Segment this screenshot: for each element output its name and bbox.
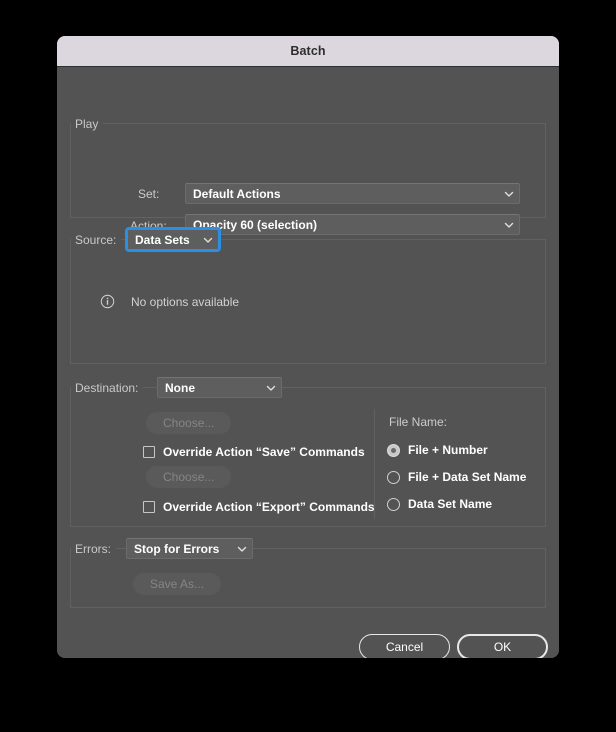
source-select[interactable]: Data Sets (125, 227, 221, 252)
play-group-label: Play (71, 116, 104, 132)
info-circle-icon (100, 294, 115, 309)
file-name-option-1[interactable]: File + Data Set Name (387, 470, 526, 484)
source-group: Source: Data Sets No options available (70, 227, 546, 364)
ok-button-label: OK (493, 640, 512, 654)
save-as-button[interactable]: Save As... (133, 573, 222, 595)
file-name-option-0[interactable]: File + Number (387, 443, 488, 457)
chevron-down-icon (504, 220, 514, 228)
save-as-button-label: Save As... (150, 577, 205, 591)
source-info-row: No options available (100, 294, 239, 309)
override-export-checkbox[interactable] (143, 501, 155, 513)
override-export-checkbox-row[interactable]: Override Action “Export” Commands (143, 500, 375, 514)
choose-export-button-label: Choose... (163, 470, 215, 484)
dialog-title-bar: Batch (57, 36, 559, 67)
file-name-option-2-label: Data Set Name (408, 497, 493, 511)
file-name-option-2[interactable]: Data Set Name (387, 497, 492, 511)
file-name-label: File Name: (389, 415, 448, 429)
cancel-button-label: Cancel (385, 640, 424, 654)
choose-save-button-label: Choose... (163, 416, 215, 430)
ok-button[interactable]: OK (457, 634, 548, 658)
set-label: Set: (138, 187, 160, 201)
batch-dialog-window: Batch Play Set: Default Actions Action: … (57, 36, 559, 658)
chevron-down-icon (237, 544, 247, 552)
cancel-button[interactable]: Cancel (359, 634, 450, 658)
file-name-option-0-label: File + Number (408, 443, 488, 457)
override-save-label: Override Action “Save” Commands (163, 445, 365, 459)
errors-group: Errors: Stop for Errors Save As... (70, 538, 546, 608)
override-save-checkbox-row[interactable]: Override Action “Save” Commands (143, 445, 365, 459)
file-name-option-1-label: File + Data Set Name (408, 470, 527, 484)
source-group-label: Source: (71, 232, 122, 248)
radio-file-plus-data-set-name[interactable] (387, 470, 400, 484)
choose-save-button[interactable]: Choose... (146, 412, 232, 434)
source-info-text: No options available (131, 294, 240, 309)
set-select-value: Default Actions (193, 186, 281, 201)
chevron-down-icon (203, 235, 213, 243)
chevron-down-icon (504, 189, 514, 197)
radio-data-set-name[interactable] (387, 497, 400, 511)
errors-select-value: Stop for Errors (134, 541, 220, 556)
choose-export-button[interactable]: Choose... (146, 466, 232, 488)
destination-group-label: Destination: (71, 380, 144, 396)
dialog-body: Play Set: Default Actions Action: Opacit… (57, 67, 559, 658)
destination-select[interactable]: None (157, 377, 282, 398)
override-save-checkbox[interactable] (143, 446, 155, 458)
filename-divider (374, 409, 375, 519)
page-title: Batch (290, 44, 326, 58)
errors-select[interactable]: Stop for Errors (126, 538, 253, 559)
radio-file-plus-number[interactable] (387, 443, 400, 457)
errors-group-label: Errors: (71, 541, 116, 557)
set-select[interactable]: Default Actions (185, 183, 520, 204)
destination-select-value: None (165, 380, 195, 395)
override-export-label: Override Action “Export” Commands (163, 500, 375, 514)
chevron-down-icon (266, 383, 276, 391)
destination-group: Destination: None Choose... Override Act… (70, 377, 546, 527)
source-select-value: Data Sets (135, 232, 190, 247)
action-select[interactable]: Opacity 60 (selection) (185, 214, 520, 235)
